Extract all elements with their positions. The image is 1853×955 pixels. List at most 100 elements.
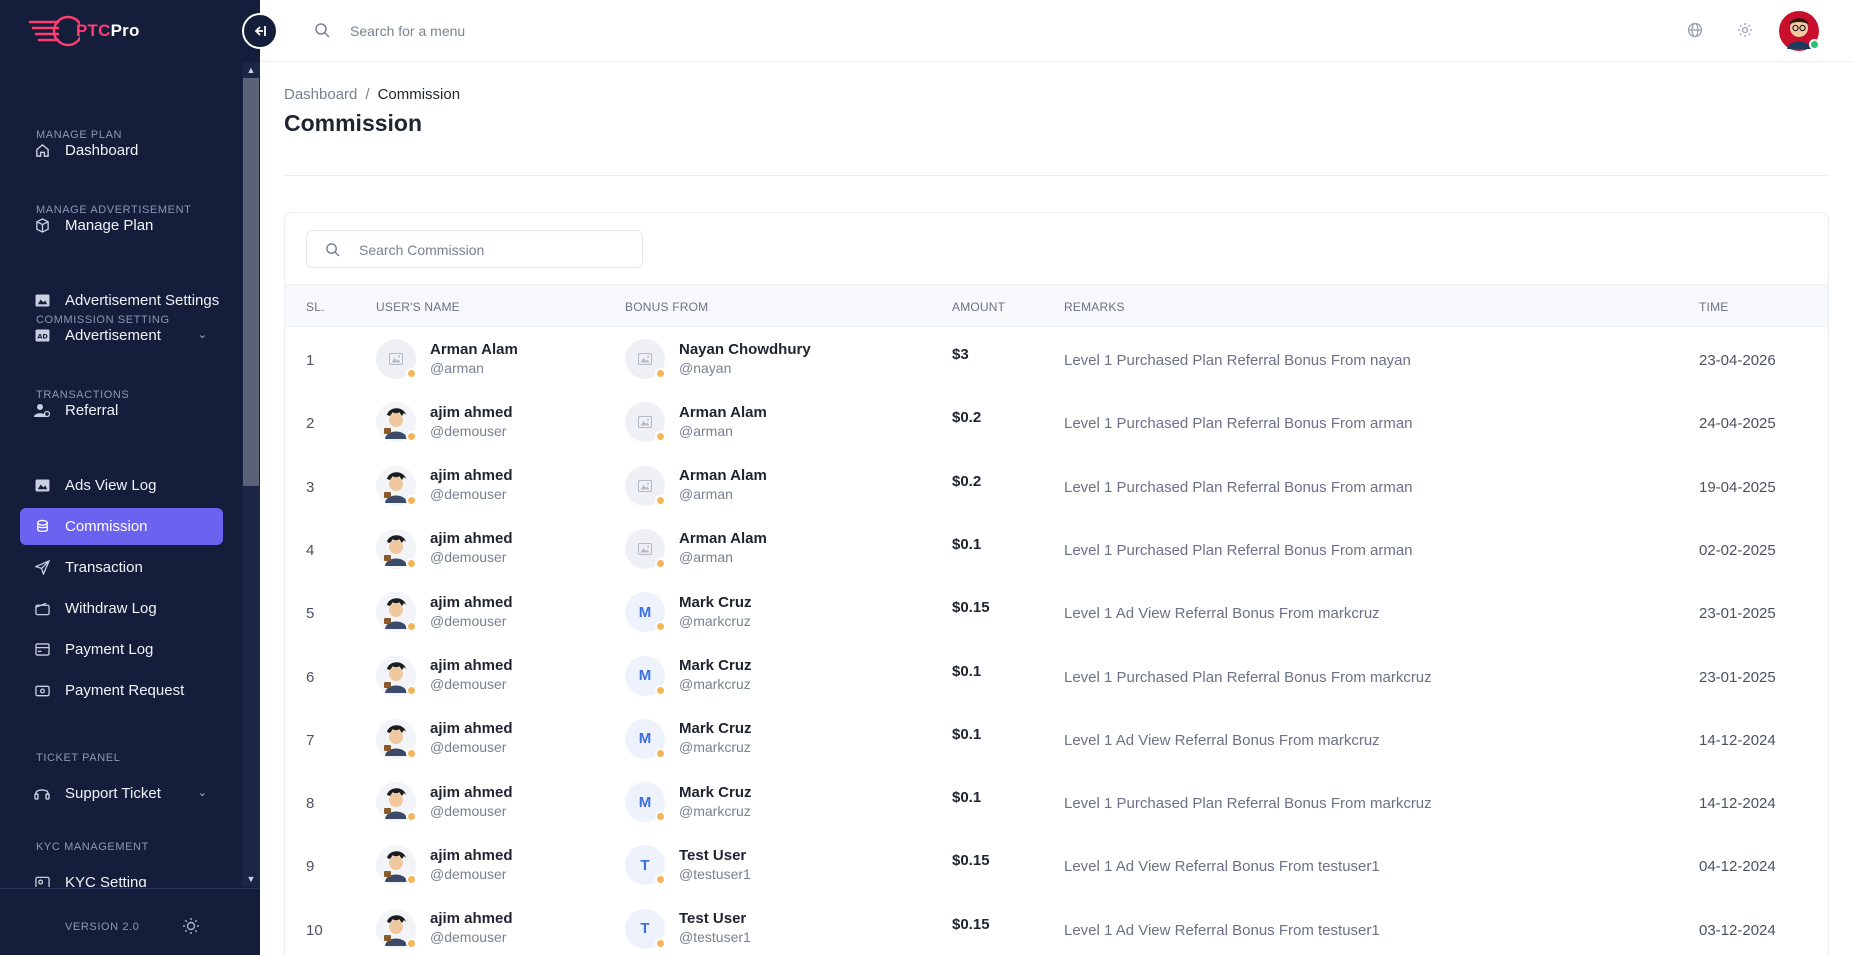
user-cell[interactable]: ajim ahmed @demouser — [376, 592, 513, 633]
user-name: ajim ahmed — [430, 530, 513, 548]
column-header-remarks: REMARKS — [1064, 300, 1125, 314]
image-placeholder-icon — [389, 353, 403, 365]
bonus-user-name: Test User — [679, 910, 747, 928]
sidebar-item-withdraw-log[interactable]: Withdraw Log — [20, 590, 223, 627]
bonus-from-cell[interactable]: T Test User @testuser1 — [625, 908, 751, 949]
image-placeholder-icon — [638, 416, 652, 429]
user-avatar — [376, 339, 417, 379]
avatar-initial: T — [640, 856, 650, 874]
bonus-user-avatar: M — [625, 718, 666, 759]
sidebar-item-payment-request[interactable]: Payment Request — [20, 672, 223, 709]
remarks: Level 1 Purchased Plan Referral Bonus Fr… — [1064, 795, 1432, 813]
section-heading-kyc-management: KYC MANAGEMENT — [36, 841, 149, 853]
bonus-from-cell[interactable]: Arman Alam @arman — [625, 465, 767, 506]
divider — [284, 175, 1829, 176]
remarks: Level 1 Purchased Plan Referral Bonus Fr… — [1064, 352, 1411, 369]
bonus-user-avatar: T — [625, 908, 666, 949]
user-cell[interactable]: ajim ahmed @demouser — [376, 402, 513, 443]
bonus-user-handle: @arman — [679, 486, 733, 503]
sidebar-scroll-thumb[interactable] — [243, 78, 259, 486]
bonus-user-name: Mark Cruz — [679, 593, 752, 611]
scroll-down-icon[interactable]: ▼ — [243, 872, 259, 886]
sidebar-item-kyc-setting[interactable]: KYC Setting — [20, 864, 223, 887]
scroll-up-icon[interactable]: ▲ — [243, 63, 259, 77]
gear-icon[interactable] — [1737, 22, 1753, 38]
user-name: ajim ahmed — [430, 783, 513, 801]
bonus-user-avatar — [625, 465, 666, 506]
sidebar-item-label: Referral — [65, 402, 119, 419]
row-serial: 2 — [306, 415, 315, 433]
sidebar-item-payment-log[interactable]: Payment Log — [20, 631, 223, 668]
bonus-from-cell[interactable]: M Mark Cruz @markcruz — [625, 718, 752, 759]
brand-logo[interactable]: PTCPro — [28, 12, 140, 50]
sidebar-item-ads-view-log[interactable]: Ads View Log — [20, 467, 223, 504]
amount: $0.1 — [952, 662, 982, 680]
svg-text:AD: AD — [37, 332, 48, 340]
user-handle: @demouser — [430, 676, 507, 692]
row-serial: 7 — [306, 731, 315, 749]
user-handle: @demouser — [430, 612, 507, 629]
user-avatar — [376, 908, 417, 949]
user-cell[interactable]: ajim ahmed @demouser — [376, 655, 513, 696]
bonus-user-avatar: T — [625, 845, 666, 886]
user-cell[interactable]: ajim ahmed @demouser — [376, 528, 513, 569]
row-serial: 9 — [306, 858, 315, 876]
sidebar-item-label: Transaction — [65, 559, 143, 576]
globe-icon[interactable] — [1687, 22, 1703, 38]
user-cell[interactable]: ajim ahmed @demouser — [376, 845, 513, 886]
sidebar-item-label: Dashboard — [65, 142, 139, 159]
sidebar-item-transaction[interactable]: Transaction — [20, 549, 223, 586]
bonus-from-cell[interactable]: T Test User @testuser1 — [625, 845, 751, 886]
user-cell[interactable]: ajim ahmed @demouser — [376, 908, 513, 949]
bonus-from-cell[interactable]: Arman Alam @arman — [625, 528, 767, 569]
time: 04-12-2024 — [1699, 858, 1776, 876]
column-header-sl: SL. — [306, 300, 325, 314]
user-cell[interactable]: ajim ahmed @demouser — [376, 465, 513, 506]
bonus-from-cell[interactable]: M Mark Cruz @markcruz — [625, 655, 752, 696]
commission-search-input[interactable] — [359, 239, 629, 261]
image-placeholder-icon — [638, 542, 652, 555]
status-dot — [655, 494, 666, 506]
column-header-users-name: USER'S NAME — [376, 300, 460, 314]
user-avatar — [376, 718, 417, 759]
user-cell[interactable]: ajim ahmed @demouser — [376, 718, 513, 759]
user-avatar — [376, 592, 417, 633]
status-dot — [655, 621, 666, 633]
sidebar: PTCPro Dashboard MANAGE PLAN Manage Plan… — [0, 0, 260, 955]
bonus-user-handle: @testuser1 — [679, 865, 751, 882]
user-name: Arman Alam — [430, 340, 518, 358]
topbar — [260, 0, 1853, 62]
profile-avatar[interactable] — [1779, 11, 1820, 51]
status-dot — [655, 874, 666, 886]
remarks: Level 1 Ad View Referral Bonus From mark… — [1064, 605, 1380, 623]
user-avatar — [376, 655, 417, 696]
bonus-user-name: Mark Cruz — [679, 783, 752, 801]
avatar-initial: M — [638, 603, 652, 621]
search-icon — [326, 243, 340, 257]
amount: $3 — [952, 346, 969, 363]
table-row: 2 ajim ahmed @demouser Arman Alam @arman $0.2… — [285, 391, 1828, 454]
brand-name: PTCPro — [76, 21, 140, 40]
breadcrumb-current: Commission — [377, 86, 461, 103]
headset-icon — [34, 786, 50, 802]
row-serial: 1 — [306, 352, 315, 369]
sun-icon[interactable] — [182, 917, 200, 935]
sidebar-item-support-ticket[interactable]: Support Ticket ⌄ — [20, 775, 223, 812]
user-cell[interactable]: ajim ahmed @demouser — [376, 782, 513, 823]
breadcrumb-home-link[interactable]: Dashboard — [284, 86, 357, 103]
bonus-from-cell[interactable]: Arman Alam @arman — [625, 402, 767, 443]
user-name: ajim ahmed — [430, 593, 513, 611]
remarks: Level 1 Purchased Plan Referral Bonus Fr… — [1064, 668, 1432, 686]
user-cell[interactable]: Arman Alam @arman — [376, 339, 518, 379]
breadcrumb-separator: / — [365, 86, 370, 103]
row-serial: 3 — [306, 478, 315, 496]
user-handle: @demouser — [430, 422, 507, 439]
bonus-from-cell[interactable]: M Mark Cruz @markcruz — [625, 592, 752, 633]
status-dot — [406, 747, 417, 759]
menu-search-input[interactable] — [350, 18, 750, 44]
bonus-from-cell[interactable]: M Mark Cruz @markcruz — [625, 782, 752, 823]
sidebar-collapse-button[interactable] — [242, 13, 278, 49]
table-row: 1 Arman Alam @arman Nayan Chowdhury @nayan $3… — [285, 328, 1828, 391]
sidebar-item-commission[interactable]: Commission — [20, 508, 223, 545]
bonus-from-cell[interactable]: Nayan Chowdhury @nayan — [625, 339, 811, 379]
